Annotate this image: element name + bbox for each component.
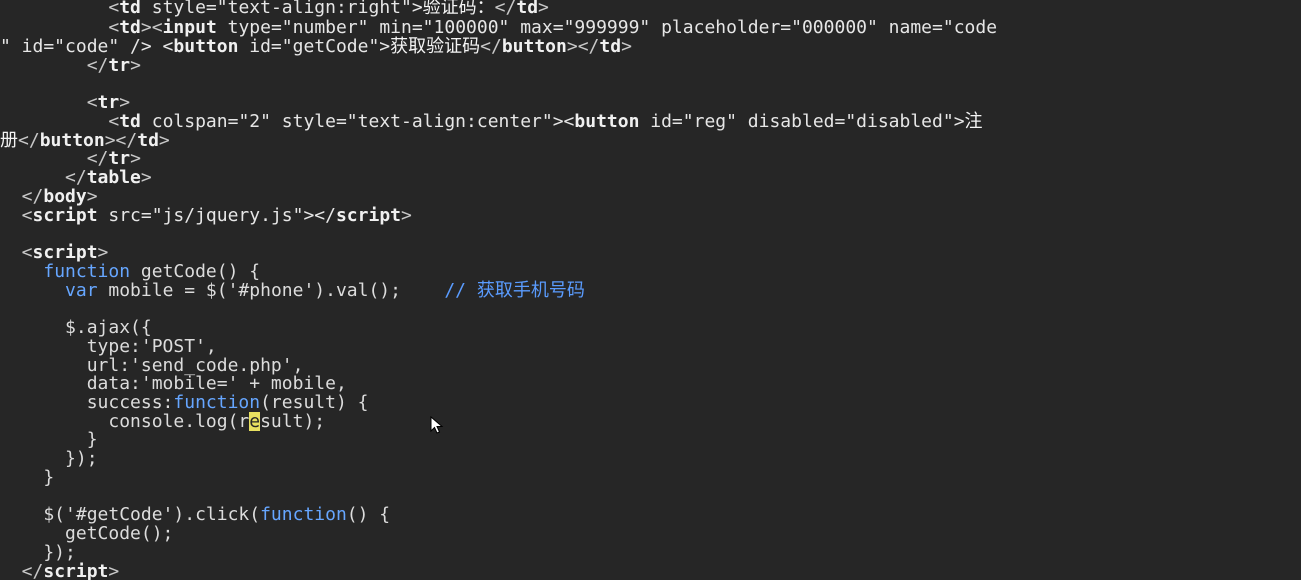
code-line: " id="code" /> <button id="getCode">获取验证… (0, 36, 632, 57)
code-line: <script> (0, 242, 109, 263)
code-line: }); (0, 542, 76, 563)
code-line: function getCode() { (43, 261, 261, 282)
code-line: } (0, 467, 55, 488)
code-line: data:'mobile=' + mobile, (0, 373, 347, 394)
code-line: getCode(); (0, 523, 174, 544)
code-line: </tr> (0, 55, 141, 76)
code-line: <tr> (0, 92, 131, 113)
code-line: <td colspan="2" style="text-align:center… (0, 111, 983, 132)
code-line: } (0, 429, 98, 450)
code-line: <td style="text-align:right">验证码：</td> (0, 0, 549, 18)
code-line: }); (0, 448, 98, 469)
code-line: $.ajax({ (0, 317, 152, 338)
code-line: success:function(result) { (0, 392, 369, 413)
code-editor[interactable]: <td style="text-align:right">验证码：</td> <… (0, 0, 1301, 580)
code-line: <script src="js/jquery.js"></script> (0, 205, 412, 226)
code-line: $('#getCode').click(function() { (0, 504, 391, 525)
code-line: <td><input type="number" min="100000" ma… (0, 17, 998, 38)
code-line: type:'POST', (0, 336, 217, 357)
code-line: var mobile = $('#phone').val(); // 获取手机号… (65, 280, 585, 301)
mouse-pointer-icon (430, 416, 444, 434)
code-line: </table> (0, 167, 152, 188)
code-line: </body> (0, 186, 98, 207)
code-line: </script> (0, 561, 120, 580)
text-cursor: e (249, 411, 261, 432)
code-line: </tr> (0, 148, 141, 169)
